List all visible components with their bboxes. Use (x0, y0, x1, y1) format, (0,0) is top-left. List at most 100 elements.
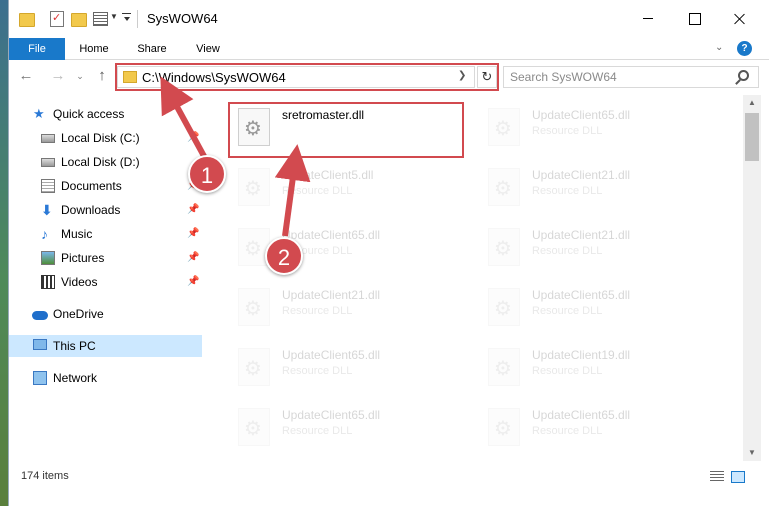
dll-file-icon (488, 228, 520, 266)
file-name: UpdateClient65.dll (282, 228, 381, 242)
sidebar-item-videos[interactable]: Videos 📌 (9, 271, 202, 293)
close-button[interactable] (717, 0, 763, 36)
title-bar: ▼ SysWOW64 (9, 0, 769, 38)
sidebar-item-downloads[interactable]: ⬇ Downloads 📌 (9, 199, 202, 221)
star-icon: ★ (33, 106, 45, 121)
file-tile[interactable]: UpdateClient5.dll Resource DLL (228, 159, 468, 213)
drive-icon (41, 158, 55, 167)
sidebar-item-label: Downloads (61, 203, 121, 217)
pin-icon[interactable]: 📌 (187, 127, 199, 149)
file-tile[interactable]: UpdateClient65.dll Resource DLL (228, 399, 468, 453)
tab-home[interactable]: Home (71, 38, 117, 60)
step-marker-1: 1 (188, 155, 226, 193)
tab-share[interactable]: Share (129, 38, 175, 60)
dll-file-icon (488, 408, 520, 446)
maximize-button[interactable] (671, 0, 717, 36)
sidebar-item-onedrive[interactable]: OneDrive (9, 303, 202, 325)
chevron-down-icon[interactable]: ▼ (110, 12, 118, 21)
file-name: UpdateClient65.dll (532, 408, 631, 422)
videos-icon (41, 275, 55, 289)
file-tile[interactable]: UpdateClient65.dll Resource DLL (228, 219, 468, 273)
computer-icon (33, 339, 47, 350)
file-type: Resource DLL (282, 425, 353, 437)
documents-icon (41, 179, 55, 193)
file-tile[interactable]: UpdateClient19.dll Resource DLL (478, 339, 718, 393)
search-input[interactable] (504, 67, 734, 87)
sidebar-item-music[interactable]: ♪ Music 📌 (9, 223, 202, 245)
new-folder-icon[interactable] (71, 10, 87, 27)
pin-icon[interactable]: 📌 (187, 247, 199, 269)
file-name: UpdateClient65.dll (282, 408, 381, 422)
file-name: UpdateClient65.dll (532, 108, 631, 122)
back-button[interactable]: ← (17, 67, 35, 85)
minimize-button[interactable] (625, 0, 671, 36)
dll-file-icon (238, 288, 270, 326)
file-type: Resource DLL (532, 245, 603, 257)
customize-toolbar-icon[interactable] (122, 13, 131, 25)
recent-locations-button[interactable]: ⌄ (71, 67, 89, 85)
file-name: UpdateClient5.dll (282, 168, 374, 182)
sidebar-item-label: Local Disk (C:) (61, 131, 140, 145)
pin-icon[interactable]: 📌 (187, 271, 199, 293)
sidebar-item-label: Local Disk (D:) (61, 155, 140, 169)
search-icon[interactable] (738, 70, 749, 81)
sidebar-item-label: This PC (53, 339, 96, 353)
dll-file-icon (488, 108, 520, 146)
file-tile[interactable]: UpdateClient21.dll Resource DLL (478, 219, 718, 273)
navigation-row: ← → ⌄ ↑ C:\Windows\SysWOW64 ❯ ↻ (9, 61, 769, 93)
vertical-scrollbar[interactable]: ▲ ▼ (743, 95, 761, 461)
dll-file-icon (488, 168, 520, 206)
expand-ribbon-icon[interactable]: ⌄ (715, 42, 723, 53)
file-name: UpdateClient65.dll (282, 348, 381, 362)
file-tile[interactable]: UpdateClient65.dll Resource DLL (478, 399, 718, 453)
scroll-up-icon[interactable]: ▲ (743, 95, 761, 111)
file-type: Resource DLL (532, 125, 603, 137)
file-type: Resource DLL (532, 185, 603, 197)
file-type: Resource DLL (532, 305, 603, 317)
file-name: UpdateClient19.dll (532, 348, 631, 362)
scroll-thumb[interactable] (745, 113, 759, 161)
dll-file-icon (488, 288, 520, 326)
file-type: Resource DLL (282, 185, 353, 197)
details-view-icon[interactable] (710, 471, 724, 483)
help-icon[interactable]: ? (737, 41, 752, 56)
sidebar-item-label: Network (53, 371, 98, 385)
up-button[interactable]: ↑ (93, 67, 111, 85)
navigation-pane: ★ Quick access Local Disk (C:) 📌 Local D… (9, 95, 202, 461)
dll-file-icon (238, 168, 270, 206)
file-tile[interactable]: UpdateClient65.dll Resource DLL (478, 279, 718, 333)
file-tile[interactable]: UpdateClient65.dll Resource DLL (478, 99, 718, 153)
sidebar-item-documents[interactable]: Documents 📌 (9, 175, 202, 197)
file-type: Resource DLL (282, 365, 353, 377)
sidebar-item-pictures[interactable]: Pictures 📌 (9, 247, 202, 269)
dll-file-icon (488, 348, 520, 386)
tab-view[interactable]: View (185, 38, 231, 60)
pin-icon[interactable]: 📌 (187, 199, 199, 221)
sidebar-item-label: Music (61, 227, 93, 241)
file-tile[interactable]: UpdateClient21.dll Resource DLL (228, 279, 468, 333)
sidebar-item-this-pc[interactable]: This PC (9, 335, 202, 357)
sidebar-item-local-disk-c[interactable]: Local Disk (C:) 📌 (9, 127, 202, 149)
file-tile[interactable]: UpdateClient65.dll Resource DLL (228, 339, 468, 393)
drive-icon (41, 134, 55, 143)
sidebar-item-local-disk-d[interactable]: Local Disk (D:) (9, 151, 202, 173)
scroll-down-icon[interactable]: ▼ (743, 445, 761, 461)
large-icons-view-icon[interactable] (731, 471, 745, 483)
file-highlight-box (228, 102, 464, 158)
properties-check-icon[interactable] (49, 10, 65, 27)
sidebar-item-quick-access[interactable]: ★ Quick access (9, 103, 202, 125)
file-tile[interactable]: UpdateClient21.dll Resource DLL (478, 159, 718, 213)
sidebar-item-label: Quick access (53, 107, 125, 121)
file-name: UpdateClient21.dll (282, 288, 381, 302)
sidebar-item-label: Videos (61, 275, 98, 289)
forward-button[interactable]: → (49, 67, 67, 85)
file-type: Resource DLL (532, 365, 603, 377)
step-marker-2: 2 (265, 237, 303, 275)
sidebar-item-network[interactable]: Network (9, 367, 202, 389)
search-box[interactable] (503, 66, 759, 88)
folder-icon[interactable] (19, 10, 35, 27)
pin-icon[interactable]: 📌 (187, 223, 199, 245)
tab-file[interactable]: File (9, 38, 65, 60)
properties-icon[interactable] (93, 10, 109, 26)
network-icon (33, 371, 47, 385)
